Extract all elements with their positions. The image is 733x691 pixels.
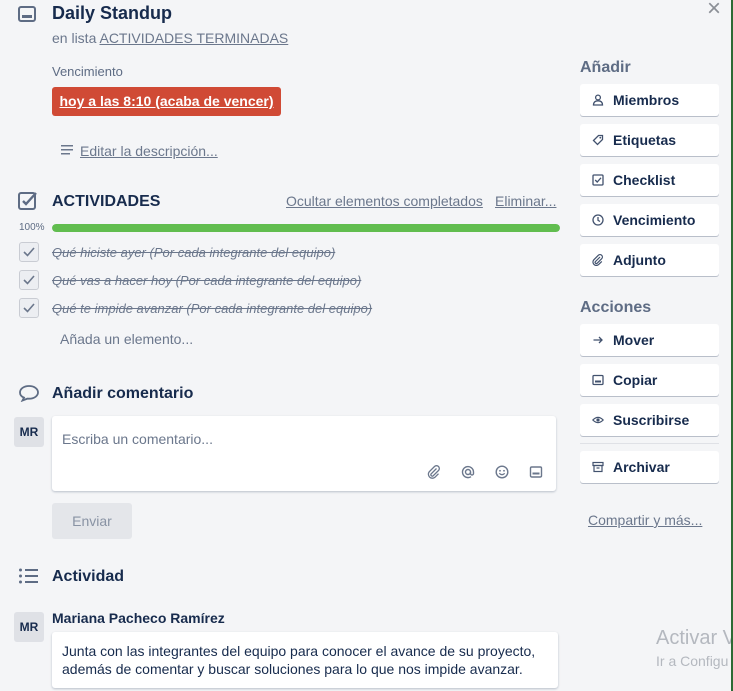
due-date-button[interactable]: Vencimiento — [580, 204, 719, 236]
eye-icon — [591, 414, 605, 426]
description-icon — [60, 143, 74, 159]
avatar[interactable]: MR — [14, 417, 44, 447]
add-section-title: Añadir — [580, 59, 631, 76]
sidebar-divider — [580, 443, 719, 444]
checklist-item-text[interactable]: Qué hiciste ayer (Por cada integrante de… — [52, 245, 335, 260]
emoji-icon[interactable] — [494, 464, 510, 480]
comment-toolbar — [426, 464, 544, 480]
activation-watermark-subtitle: Ir a Configu — [656, 653, 729, 669]
card-title[interactable]: Daily Standup — [52, 3, 172, 24]
subscribe-label: Suscribirse — [613, 412, 690, 428]
send-button[interactable]: Enviar — [52, 503, 132, 539]
attachment-icon[interactable] — [426, 464, 442, 480]
list-prefix: en lista — [52, 30, 97, 46]
checklist-item-text[interactable]: Qué vas a hacer hoy (Por cada integrante… — [52, 273, 361, 288]
checklist-item[interactable]: Qué te impide avanzar (Por cada integran… — [19, 297, 372, 319]
progress-fill — [52, 224, 560, 232]
card-icon — [591, 374, 605, 386]
share-and-more-link[interactable]: Compartir y más... — [588, 512, 702, 528]
comment-composer[interactable] — [52, 416, 556, 491]
activity-user-name[interactable]: Mariana Pacheco Ramírez — [52, 610, 225, 626]
attachment-button[interactable]: Adjunto — [580, 244, 719, 276]
comment-input[interactable] — [62, 424, 542, 454]
card-icon[interactable] — [528, 464, 544, 480]
delete-checklist-button[interactable]: Eliminar... — [495, 193, 556, 209]
progress-bar — [52, 224, 560, 232]
mention-icon[interactable] — [460, 464, 476, 480]
add-comment-title: Añadir comentario — [52, 385, 194, 402]
add-checklist-item[interactable]: Añada un elemento... — [60, 331, 193, 347]
archive-label: Archivar — [613, 459, 670, 475]
arrow-right-icon — [591, 334, 605, 346]
copy-label: Copiar — [613, 372, 658, 388]
list-reference: en lista ACTIVIDADES TERMINADAS — [52, 30, 288, 46]
checkbox[interactable] — [19, 270, 39, 290]
checklist-button[interactable]: Checklist — [580, 164, 719, 196]
due-date-badge[interactable]: hoy a las 8:10 (acaba de vencer) — [52, 87, 281, 116]
copy-button[interactable]: Copiar — [580, 364, 719, 396]
tag-icon — [591, 134, 605, 146]
edit-description-label: Editar la descripción... — [80, 143, 218, 159]
card-detail-window: Daily Standup en lista ACTIVIDADES TERMI… — [0, 0, 731, 691]
checklist-title[interactable]: ACTIVIDADES — [52, 193, 160, 211]
checklist-item[interactable]: Qué hiciste ayer (Por cada integrante de… — [19, 241, 335, 263]
due-date-label: Vencimiento — [52, 64, 123, 79]
close-icon[interactable]: × — [703, 0, 725, 21]
edit-description-link[interactable]: Editar la descripción... — [60, 143, 218, 159]
activity-icon — [18, 567, 40, 590]
move-button[interactable]: Mover — [580, 324, 719, 356]
due-date-label: Vencimiento — [613, 212, 696, 228]
checklist-item-text[interactable]: Qué te impide avanzar (Por cada integran… — [52, 301, 372, 316]
list-link[interactable]: ACTIVIDADES TERMINADAS — [99, 30, 288, 46]
activity-title: Actividad — [52, 568, 125, 585]
archive-icon — [591, 461, 605, 473]
check-icon — [23, 247, 35, 257]
members-label: Miembros — [613, 92, 680, 108]
checklist-icon — [17, 190, 39, 217]
clock-icon — [591, 214, 605, 226]
avatar[interactable]: MR — [14, 612, 44, 642]
actions-section-title: Acciones — [580, 299, 652, 316]
checklist-item[interactable]: Qué vas a hacer hoy (Por cada integrante… — [19, 269, 361, 291]
archive-button[interactable]: Archivar — [580, 451, 719, 483]
person-icon — [591, 94, 605, 106]
checkbox[interactable] — [19, 298, 39, 318]
paperclip-icon — [591, 254, 605, 266]
subscribe-button[interactable]: Suscribirse — [580, 404, 719, 436]
checkbox[interactable] — [19, 242, 39, 262]
comment-icon — [18, 384, 40, 407]
progress-percent: 100% — [19, 222, 45, 233]
check-icon — [23, 303, 35, 313]
checklist-label: Checklist — [613, 172, 676, 188]
members-button[interactable]: Miembros — [580, 84, 719, 116]
labels-button[interactable]: Etiquetas — [580, 124, 719, 156]
hide-completed-button[interactable]: Ocultar elementos completados — [286, 193, 483, 209]
move-label: Mover — [613, 332, 655, 348]
checkbox-icon — [591, 174, 605, 186]
check-icon — [23, 275, 35, 285]
labels-label: Etiquetas — [613, 132, 677, 148]
attachment-label: Adjunto — [613, 252, 666, 268]
activation-watermark-title: Activar V — [656, 627, 731, 649]
activity-comment: Junta con las integrantes del equipo par… — [52, 632, 558, 688]
card-icon — [17, 4, 37, 29]
